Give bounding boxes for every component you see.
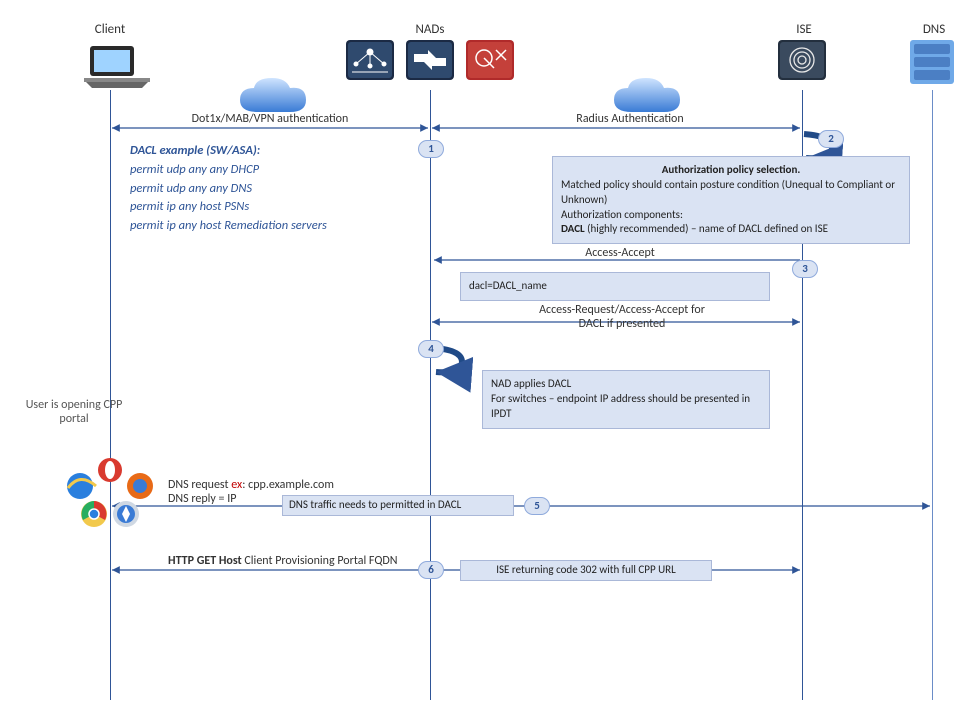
msg-http-get: HTTP GET Host Client Provisioning Portal… [168, 554, 400, 568]
lifeline-dns [932, 90, 933, 700]
cloud-nad-ise-icon [614, 78, 680, 112]
actor-ise-label: ISE [784, 22, 824, 37]
actor-dns-label: DNS [914, 22, 954, 37]
lifeline-client [110, 90, 111, 700]
auth-policy-box: Authorization policy selection. Matched … [552, 156, 910, 244]
msg-http-get-pre: HTTP GET Host [168, 554, 244, 568]
ise-fingerprint-icon [778, 40, 826, 80]
ise-302-text: ISE returning code 302 with full CPP URL [496, 563, 676, 576]
nad-applies-box: NAD applies DACL For switches – endpoint… [482, 370, 770, 429]
msg-access-accept: Access-Accept [540, 246, 700, 260]
dns-traffic-text: DNS traffic needs to permitted in DACL [289, 498, 461, 511]
ise-302-box: ISE returning code 302 with full CPP URL [460, 560, 712, 581]
msg-http-get-post: Client Provisioning Portal FQDN [244, 554, 397, 568]
msg-dns-req-ex: ex [231, 478, 242, 492]
msg-dns-request: DNS request ex: cpp.example.com [168, 478, 334, 492]
msg-dns-req-pre: DNS request [168, 478, 231, 492]
dacl-example-title: DACL example (SW/ASA): [130, 142, 420, 161]
auth-policy-l2: Authorization components: [561, 208, 901, 223]
step-3-badge: 3 [792, 260, 818, 278]
auth-policy-title: Authorization policy selection. [561, 163, 901, 178]
dacl-attr-box: dacl=DACL_name [460, 272, 770, 301]
dns-server-icon [910, 40, 954, 84]
step-4-badge: 4 [418, 340, 444, 358]
lifeline-nads [430, 90, 431, 700]
client-laptop-icon [84, 46, 150, 88]
actor-client-label: Client [80, 22, 140, 37]
auth-policy-dacl-rest: (highly recommended) – name of DACL defi… [585, 222, 828, 235]
step-1-badge: 1 [418, 140, 444, 158]
nad-applies-l1: NAD applies DACL [491, 377, 761, 392]
msg-auth-nad-ise: Radius Authentication [520, 112, 740, 126]
step-6-badge: 6 [418, 561, 444, 579]
dns-traffic-box: DNS traffic needs to permitted in DACL [282, 495, 514, 516]
msg-dns-req-post: : cpp.example.com [242, 478, 334, 492]
nad-firewall-icon [466, 40, 514, 80]
msg-dns-reply: DNS reply = IP [168, 492, 236, 506]
actor-nads-label: NADs [400, 22, 460, 37]
auth-policy-dacl-word: DACL [561, 222, 585, 235]
dacl-example-block: DACL example (SW/ASA): permit udp any an… [130, 142, 420, 236]
msg-dacl-reqacc-l1: Access-Request/Access-Accept for [522, 304, 722, 318]
msg-dacl-reqacc: Access-Request/Access-Accept for DACL if… [522, 304, 722, 332]
step-2-badge: 2 [818, 130, 844, 148]
auth-policy-l3: DACL (highly recommended) – name of DACL… [561, 222, 901, 237]
dacl-attr-text: dacl=DACL_name [469, 279, 547, 292]
dacl-example-l3: permit ip any host PSNs [130, 198, 420, 217]
cloud-client-nad-icon [240, 78, 306, 112]
nad-switch-icon [346, 40, 394, 80]
nad-router-icon [406, 40, 454, 80]
dacl-example-l4: permit ip any host Remediation servers [130, 217, 420, 236]
side-cpp-l2: portal [14, 412, 134, 426]
msg-dacl-reqacc-l2: DACL if presented [522, 318, 722, 332]
step-5-badge: 5 [524, 497, 550, 515]
side-cpp-label: User is opening CPP portal [14, 398, 134, 426]
auth-policy-l1: Matched policy should contain posture co… [561, 178, 901, 208]
msg-auth-client-nad: Dot1x/MAB/VPN authentication [140, 112, 400, 126]
dacl-example-l1: permit udp any any DHCP [130, 161, 420, 180]
side-cpp-l1: User is opening CPP [14, 398, 134, 412]
dacl-example-l2: permit udp any any DNS [130, 180, 420, 199]
nad-applies-l2: For switches – endpoint IP address shoul… [491, 392, 761, 422]
diagram-svg [0, 0, 960, 720]
